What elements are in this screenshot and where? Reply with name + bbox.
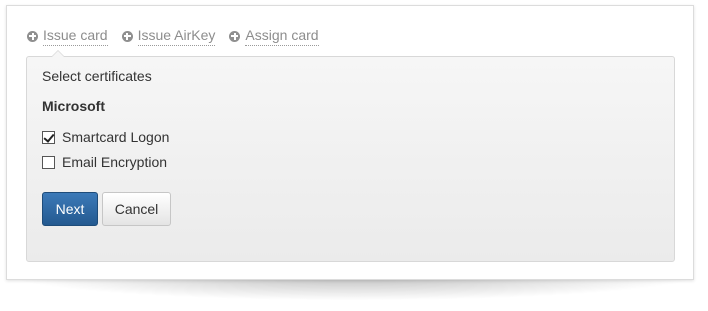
certificate-label: Smartcard Logon: [62, 129, 170, 145]
panel-caret: [51, 50, 65, 57]
tab-label: Issue AirKey: [137, 27, 216, 46]
certificate-panel: Select certificates Microsoft Smartcard …: [26, 50, 675, 262]
action-tabs: Issue card Issue AirKey Assign card: [27, 25, 319, 47]
certificate-option-smartcard-logon[interactable]: Smartcard Logon: [42, 129, 169, 145]
certificate-label: Email Encryption: [62, 154, 168, 170]
tab-issue-airkey[interactable]: Issue AirKey: [121, 27, 216, 46]
email-encryption-checkbox[interactable]: [42, 155, 55, 169]
group-title: Microsoft: [42, 98, 105, 114]
smartcard-logon-checkbox[interactable]: [42, 130, 55, 144]
plus-circle-icon: [229, 30, 241, 42]
tab-issue-card[interactable]: Issue card: [27, 27, 108, 46]
cancel-button[interactable]: Cancel: [102, 192, 171, 226]
card-frame: Issue card Issue AirKey Assign card Sele…: [6, 5, 694, 280]
plus-circle-icon: [27, 30, 38, 42]
tab-label: Assign card: [245, 27, 319, 46]
plus-circle-icon: [121, 30, 133, 42]
next-button[interactable]: Next: [42, 192, 98, 226]
certificate-option-email-encryption[interactable]: Email Encryption: [42, 154, 167, 170]
panel-title: Select certificates: [42, 68, 152, 84]
tab-label: Issue card: [43, 27, 108, 46]
tab-assign-card[interactable]: Assign card: [229, 27, 319, 46]
